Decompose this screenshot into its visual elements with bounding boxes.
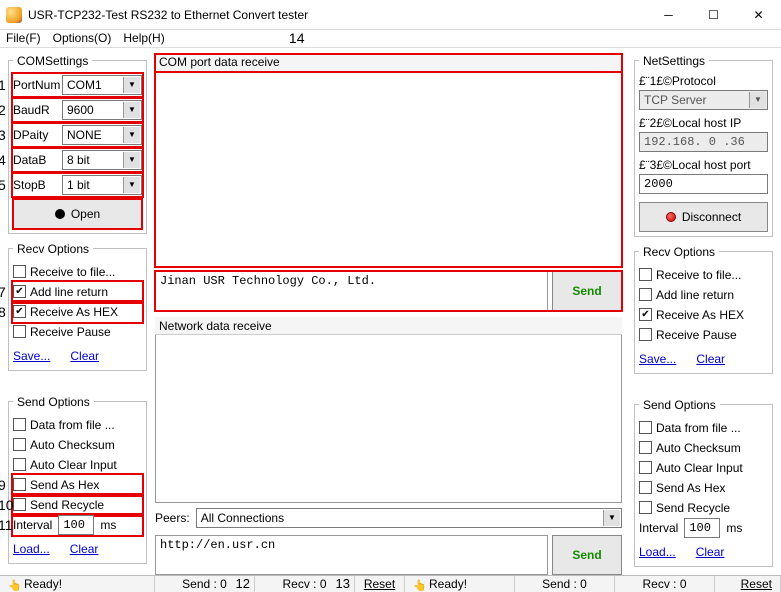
hand-icon [8,578,20,590]
status-reset-r[interactable]: Reset [741,577,772,591]
status-ready-r: Ready! [429,577,467,591]
menu-options[interactable]: Options(O) [53,31,112,45]
send-clear-link[interactable]: Clear [70,542,99,556]
recv-save-link[interactable]: Save... [13,349,50,363]
open-button[interactable]: 6 Open [13,199,142,229]
recv-to-file-chk-r[interactable] [639,268,652,281]
recv-options-right: Recv Options Receive to file... Add line… [634,245,773,374]
status-send-l: Send : 0 [182,577,227,591]
send-options-right: Send Options Data from file ... Auto Che… [634,398,773,567]
statusbar: Ready! Send : 012 Recv : 013 Reset Ready… [0,575,781,592]
titlebar: USR-TCP232-Test RS232 to Ethernet Conver… [0,0,781,30]
window-title: USR-TCP232-Test RS232 to Ethernet Conver… [28,8,646,22]
recv-hex-chk-r[interactable] [639,308,652,321]
proto-combo[interactable]: TCP Server [639,90,768,110]
peers-label: Peers: [155,511,190,525]
net-receive-pane[interactable] [155,335,622,503]
disconnect-button[interactable]: Disconnect [639,202,768,232]
com-send-input[interactable]: Jinan USR Technology Co., Ltd. [155,271,548,311]
send-clear-link-r[interactable]: Clear [696,545,725,559]
ip-label: £¨2£©Local host IP [639,116,768,130]
com-settings-legend: COMSettings [13,54,92,68]
send-load-link[interactable]: Load... [13,542,50,556]
status-send-r: Send : 0 [542,577,587,591]
proto-label: £¨1£©Protocol [639,74,768,88]
stopb-label: StopB [13,178,58,192]
recv-hex-chk[interactable] [13,305,26,318]
interval-input-r[interactable]: 100 [684,518,720,538]
net-send-button[interactable]: Send [552,535,622,575]
app-icon [6,7,22,23]
recv-options-left: Recv Options Receive to file... 7Add lin… [8,242,147,371]
ip-input[interactable]: 192.168. 0 .36 [639,132,768,152]
send-hex-chk[interactable] [13,478,26,491]
datab-label: DataB [13,153,58,167]
com-receive-pane[interactable] [155,72,622,268]
send-recycle-chk[interactable] [13,498,26,511]
status-ready-l: Ready! [24,577,62,591]
recv-clear-link[interactable]: Clear [70,349,99,363]
parity-label: DPaity [13,128,58,142]
send-options-left: Send Options Data from file ... Auto Che… [8,395,147,564]
recv-save-link-r[interactable]: Save... [639,352,676,366]
circle-icon [55,209,65,219]
close-button[interactable]: ✕ [736,0,781,29]
port-label: £¨3£©Local host port [639,158,768,172]
com-send-button[interactable]: Send [552,271,622,311]
net-receive-header: Network data receive [155,317,622,335]
recv-clear-link-r[interactable]: Clear [696,352,725,366]
menu-help[interactable]: Help(H) [123,31,164,45]
interval-input-l[interactable]: 100 [58,515,94,535]
datab-combo[interactable]: 8 bit [62,150,142,170]
status-recv-r: Recv : 0 [642,577,686,591]
auto-clear-chk-r[interactable] [639,461,652,474]
auto-cs-chk-r[interactable] [639,441,652,454]
status-reset-l[interactable]: Reset [364,577,395,591]
recv-to-file-chk[interactable] [13,265,26,278]
recv-pause-chk-r[interactable] [639,328,652,341]
net-settings-group: NetSettings £¨1£©Protocol TCP Server £¨2… [634,54,773,237]
circle-icon [666,212,676,222]
menubar: File(F) Options(O) Help(H) 14 [0,30,781,48]
parity-combo[interactable]: NONE [62,125,142,145]
baud-combo[interactable]: 9600 [62,100,142,120]
maximize-button[interactable]: ☐ [691,0,736,29]
annotation-14: 14 [289,30,305,46]
recv-pause-chk[interactable] [13,325,26,338]
baud-label: BaudR [13,103,58,117]
send-from-file-chk-r[interactable] [639,421,652,434]
add-line-chk-r[interactable] [639,288,652,301]
hand-icon [413,578,425,590]
add-line-chk[interactable] [13,285,26,298]
auto-cs-chk[interactable] [13,438,26,451]
net-send-input[interactable]: http://en.usr.cn [155,535,548,575]
portnum-label: PortNum [13,78,58,92]
com-settings-group: COMSettings 1 PortNum COM1 2 BaudR 9600 … [8,54,147,234]
send-from-file-chk[interactable] [13,418,26,431]
status-recv-l: Recv : 0 [282,577,326,591]
portnum-combo[interactable]: COM1 [62,75,142,95]
peers-combo[interactable]: All Connections [196,508,622,528]
minimize-button[interactable]: ─ [646,0,691,29]
port-input[interactable]: 2000 [639,174,768,194]
send-hex-chk-r[interactable] [639,481,652,494]
menu-file[interactable]: File(F) [6,31,41,45]
auto-clear-chk[interactable] [13,458,26,471]
send-load-link-r[interactable]: Load... [639,545,676,559]
send-recycle-chk-r[interactable] [639,501,652,514]
com-receive-header: COM port data receive [155,54,622,72]
stopb-combo[interactable]: 1 bit [62,175,142,195]
